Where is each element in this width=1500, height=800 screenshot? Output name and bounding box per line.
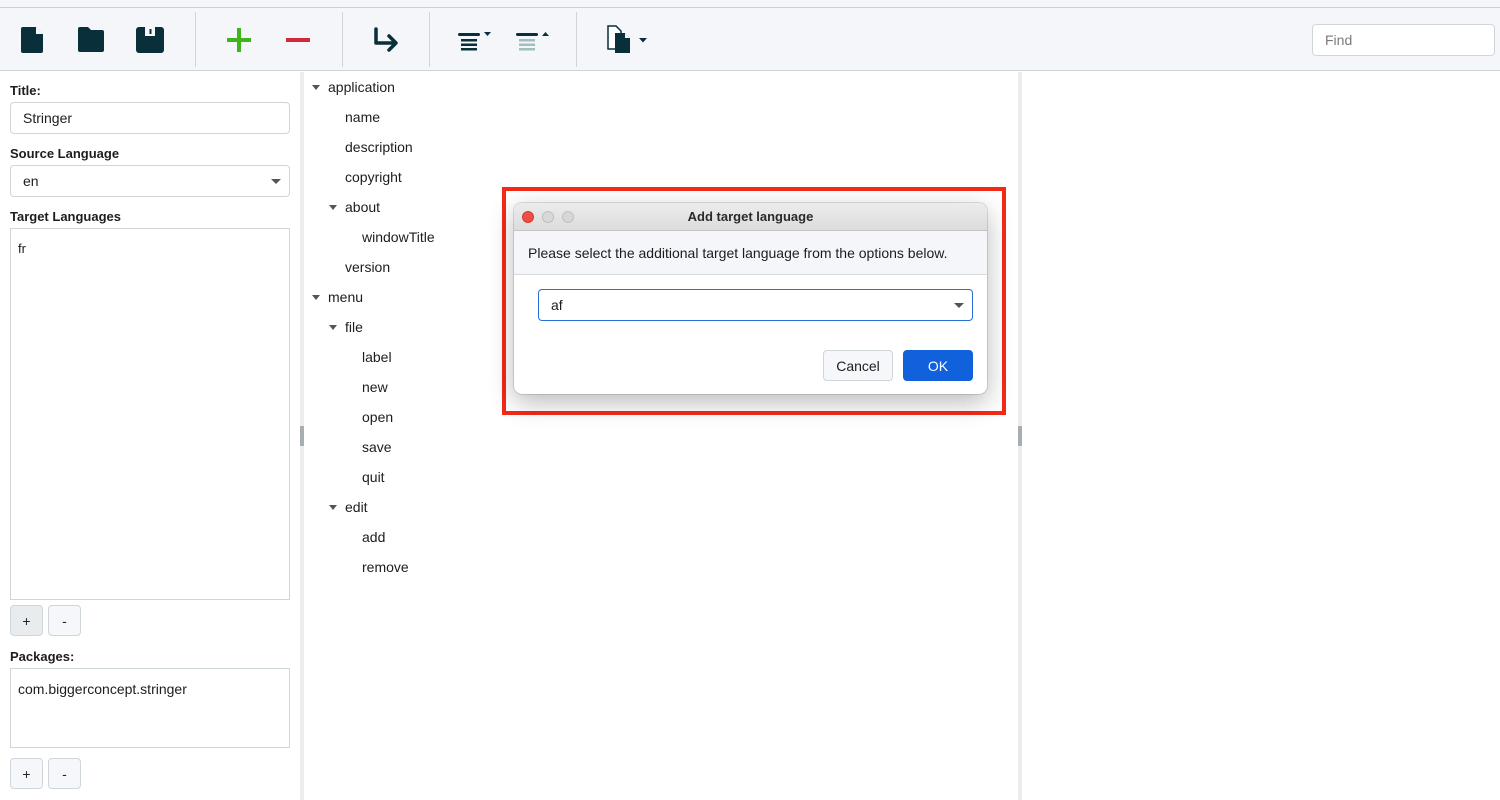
tree-node-label: label xyxy=(362,349,392,365)
export-dropdown-button[interactable] xyxy=(604,18,648,62)
tree-node-label: quit xyxy=(362,469,385,485)
target-languages-list[interactable]: fr xyxy=(10,228,290,600)
packages-label: Packages: xyxy=(10,649,75,664)
target-language-item[interactable]: fr xyxy=(18,241,282,256)
window-top-strip xyxy=(0,0,1500,8)
tree-node-label: application xyxy=(328,79,395,95)
project-properties-panel: Title: Stringer Source Language en Targe… xyxy=(0,72,300,800)
maximize-window-icon xyxy=(562,211,574,223)
dialog-message: Please select the additional target lang… xyxy=(514,231,987,275)
expand-toggle-icon[interactable] xyxy=(312,84,320,90)
tree-node[interactable]: about xyxy=(329,192,380,222)
tree-node[interactable]: label xyxy=(362,342,392,372)
remove-entry-button[interactable] xyxy=(276,18,320,62)
expand-toggle-icon[interactable] xyxy=(329,504,337,510)
title-label: Title: xyxy=(10,83,41,98)
tree-node[interactable]: version xyxy=(345,252,390,282)
save-button[interactable] xyxy=(128,18,172,62)
add-target-language-button[interactable]: + xyxy=(10,605,43,636)
arrow-turn-right-icon xyxy=(374,27,398,52)
packages-list[interactable]: com.biggerconcept.stringer xyxy=(10,668,290,748)
remove-target-language-button[interactable]: - xyxy=(48,605,81,636)
expand-toggle-icon[interactable] xyxy=(329,324,337,330)
source-language-label: Source Language xyxy=(10,146,120,161)
find-input[interactable] xyxy=(1312,24,1495,56)
copy-files-dropdown-icon xyxy=(607,25,647,53)
tree-node[interactable]: copyright xyxy=(345,162,402,192)
tree-node-label: add xyxy=(362,529,386,545)
tree-node[interactable]: new xyxy=(362,372,388,402)
tree-node[interactable]: quit xyxy=(362,462,385,492)
tree-node[interactable]: remove xyxy=(362,552,409,582)
tree-node-label: menu xyxy=(328,289,364,305)
tree-node-label: edit xyxy=(345,499,368,515)
new-file-button[interactable] xyxy=(11,18,55,62)
package-item[interactable]: com.biggerconcept.stringer xyxy=(18,681,282,697)
tree-node-label: description xyxy=(345,139,413,155)
save-icon xyxy=(136,27,164,53)
tree-node-label: name xyxy=(345,109,381,125)
plus-icon xyxy=(227,28,251,52)
toolbar-separator xyxy=(576,12,577,67)
tree-node[interactable]: name xyxy=(345,102,380,132)
toolbar-separator xyxy=(342,12,343,67)
expand-list-icon xyxy=(458,32,491,51)
expand-toggle-icon[interactable] xyxy=(329,204,337,210)
expand-toggle-icon[interactable] xyxy=(312,294,320,300)
open-folder-button[interactable] xyxy=(69,18,113,62)
tree-node[interactable]: application xyxy=(312,72,395,102)
tree-node[interactable]: windowTitle xyxy=(362,222,435,252)
dialog-title: Add target language xyxy=(687,209,814,224)
minimize-window-icon xyxy=(542,211,554,223)
source-language-select[interactable]: en xyxy=(10,165,290,197)
target-languages-label: Target Languages xyxy=(10,209,122,224)
tree-node[interactable]: menu xyxy=(312,282,363,312)
chevron-down-icon xyxy=(954,303,964,308)
ok-button[interactable]: OK xyxy=(903,350,973,381)
tree-node-label: remove xyxy=(362,559,409,575)
collapse-list-icon xyxy=(516,32,549,51)
tree-node[interactable]: file xyxy=(329,312,363,342)
close-window-icon[interactable] xyxy=(522,211,534,223)
toolbar-separator xyxy=(195,12,196,67)
target-language-select[interactable]: af xyxy=(538,289,973,321)
tree-node-label: windowTitle xyxy=(362,229,435,245)
tree-node[interactable]: add xyxy=(362,522,385,552)
title-value: Stringer xyxy=(23,110,73,126)
dialog-title-bar: Add target language xyxy=(514,203,987,231)
detail-pane xyxy=(1022,72,1500,800)
toolbar-separator xyxy=(429,12,430,67)
toolbar xyxy=(0,8,1500,71)
expand-all-button[interactable] xyxy=(452,18,496,62)
cancel-button[interactable]: Cancel xyxy=(823,350,893,381)
new-file-icon xyxy=(21,27,43,53)
title-input[interactable]: Stringer xyxy=(10,102,290,134)
string-tree: application name description copyright about… xyxy=(304,72,1018,800)
indent-button[interactable] xyxy=(364,18,408,62)
tree-node-label: save xyxy=(362,439,392,455)
tree-node-label: about xyxy=(345,199,381,215)
folder-icon xyxy=(78,27,104,52)
source-language-value: en xyxy=(23,173,39,189)
add-package-button[interactable]: + xyxy=(10,758,43,789)
tree-node[interactable]: open xyxy=(362,402,393,432)
add-entry-button[interactable] xyxy=(217,18,261,62)
tree-node-label: file xyxy=(345,319,363,335)
remove-package-button[interactable]: - xyxy=(48,758,81,789)
target-language-select-value: af xyxy=(551,297,563,313)
tree-node-label: version xyxy=(345,259,391,275)
tree-node-label: copyright xyxy=(345,169,402,185)
chevron-down-icon xyxy=(271,179,281,184)
tree-node-label: open xyxy=(362,409,394,425)
add-target-language-dialog: Add target language Please select the ad… xyxy=(514,203,987,394)
minus-icon xyxy=(286,38,310,42)
tree-node[interactable]: save xyxy=(362,432,392,462)
tree-node[interactable]: edit xyxy=(329,492,368,522)
collapse-all-button[interactable] xyxy=(510,18,554,62)
tree-node[interactable]: description xyxy=(345,132,413,162)
tree-node-label: new xyxy=(362,379,388,395)
